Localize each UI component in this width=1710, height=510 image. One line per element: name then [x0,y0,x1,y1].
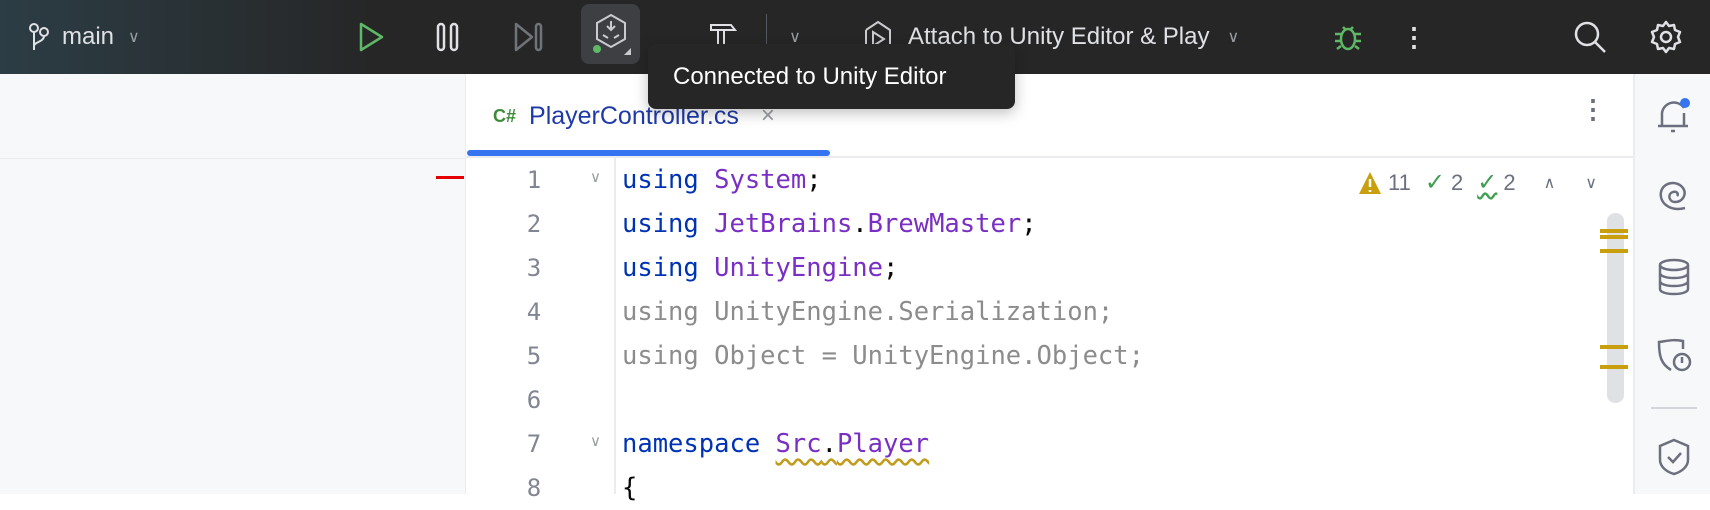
code-quality-button[interactable] [1635,438,1710,476]
editor-tab-bar: C# PlayerController.cs × ⋮ [466,74,1633,158]
fold-chevron-icon[interactable]: ∨ [590,168,601,186]
security-analysis-button[interactable] [1635,336,1710,374]
search-icon [1574,21,1606,53]
line-number: 5 [526,342,542,370]
warning-icon [1359,171,1381,194]
code-token: using [622,253,699,283]
inspection-widget[interactable]: 11 ✓ 2 ✓ 2 ∧ ∨ [1358,168,1597,197]
code-line[interactable]: namespace Src.Player [622,422,929,466]
next-highlight-icon[interactable]: ∨ [1585,173,1597,193]
branch-selector[interactable]: main ∨ [62,0,140,74]
previous-highlight-icon[interactable]: ∧ [1544,173,1556,193]
database-icon [1658,258,1689,296]
code-line[interactable]: using System; [622,158,822,202]
shield-check-icon [1658,438,1689,476]
warning-stripe[interactable] [1600,365,1628,369]
code-token: namespace [622,429,761,459]
code-token: Player [836,429,930,459]
code-token: . [852,209,868,239]
gear-icon [1650,20,1682,54]
unity-connection-button[interactable] [581,4,640,64]
line-number: 4 [526,298,542,326]
code-token: ; [806,165,822,195]
debug-bug-icon [1335,26,1361,51]
notifications-button[interactable] [1635,96,1710,136]
branch-name: main [62,23,115,50]
chevron-down-icon: ∨ [1227,29,1240,46]
warning-stripe[interactable] [1600,345,1628,349]
pause-icon [436,22,459,52]
line-number: 7 [526,430,542,458]
code-token: using UnityEngine.Serialization; [622,297,1114,327]
code-line[interactable]: using JetBrains.BrewMaster; [622,202,1037,246]
warning-stripe[interactable] [1600,235,1628,239]
tooltip: Connected to Unity Editor [648,44,1015,109]
fold-chevron-icon[interactable]: ∨ [590,432,601,450]
debug-button[interactable] [1332,0,1364,74]
search-button[interactable] [1572,0,1608,74]
bell-icon [1657,98,1690,133]
code-token: UnityEngine [714,253,884,283]
shield-clock-icon [1657,338,1691,372]
unity-connection-icon [592,13,631,55]
chevron-down-icon: ∨ [128,29,140,46]
line-number: 3 [526,254,542,282]
code-token: ; [1021,209,1037,239]
code-token: . [821,429,837,459]
code-token: { [622,473,638,503]
code-line[interactable]: using Object = UnityEngine.Object; [622,334,1144,378]
code-token: ; [883,253,899,283]
code-token: BrewMaster [867,209,1022,239]
line-number: 8 [526,474,542,502]
code-token: JetBrains [714,209,853,239]
line-number: 6 [526,386,542,414]
line-number: 2 [526,210,542,238]
code-token: Src [775,429,822,459]
settings-button[interactable] [1648,0,1684,74]
project-panel [0,74,466,494]
active-tab-indicator [467,150,830,156]
vertical-scrollbar[interactable] [1607,213,1624,403]
step-icon [514,22,543,52]
more-icon[interactable]: ⋮ [1401,0,1427,74]
right-tool-strip [1633,74,1710,494]
code-token: System [714,165,807,195]
database-button[interactable] [1635,258,1710,296]
code-line[interactable]: { [622,466,637,510]
warning-count: 11 [1388,169,1411,195]
play-icon [359,22,384,52]
check-icon: ✓ [1424,169,1445,196]
code-line[interactable]: using UnityEngine.Serialization; [622,290,1113,334]
branch-icon [24,0,54,74]
spiral-icon [1659,181,1686,211]
more-icon[interactable]: ⋮ [1580,94,1606,125]
csharp-file-icon: C# [493,105,517,126]
step-button[interactable] [512,0,546,74]
warning-stripe[interactable] [1600,229,1628,233]
line-number: 1 [526,166,542,194]
weak-warning-count: 2 [1450,169,1464,195]
code-line[interactable]: using UnityEngine; [622,246,898,290]
error-marker [436,176,464,179]
typo-check-icon: ✓ [1477,169,1498,196]
pause-button[interactable] [431,0,465,74]
typo-count: 2 [1503,169,1516,195]
code-token: using Object = UnityEngine.Object; [622,341,1144,371]
run-button[interactable] [354,0,388,74]
warning-stripe[interactable] [1600,249,1628,253]
tooltip-text: Connected to Unity Editor [673,62,947,90]
ai-assistant-button[interactable] [1635,178,1710,212]
strip-divider [1651,407,1697,409]
code-token: using [622,209,699,239]
code-token: using [622,165,699,195]
